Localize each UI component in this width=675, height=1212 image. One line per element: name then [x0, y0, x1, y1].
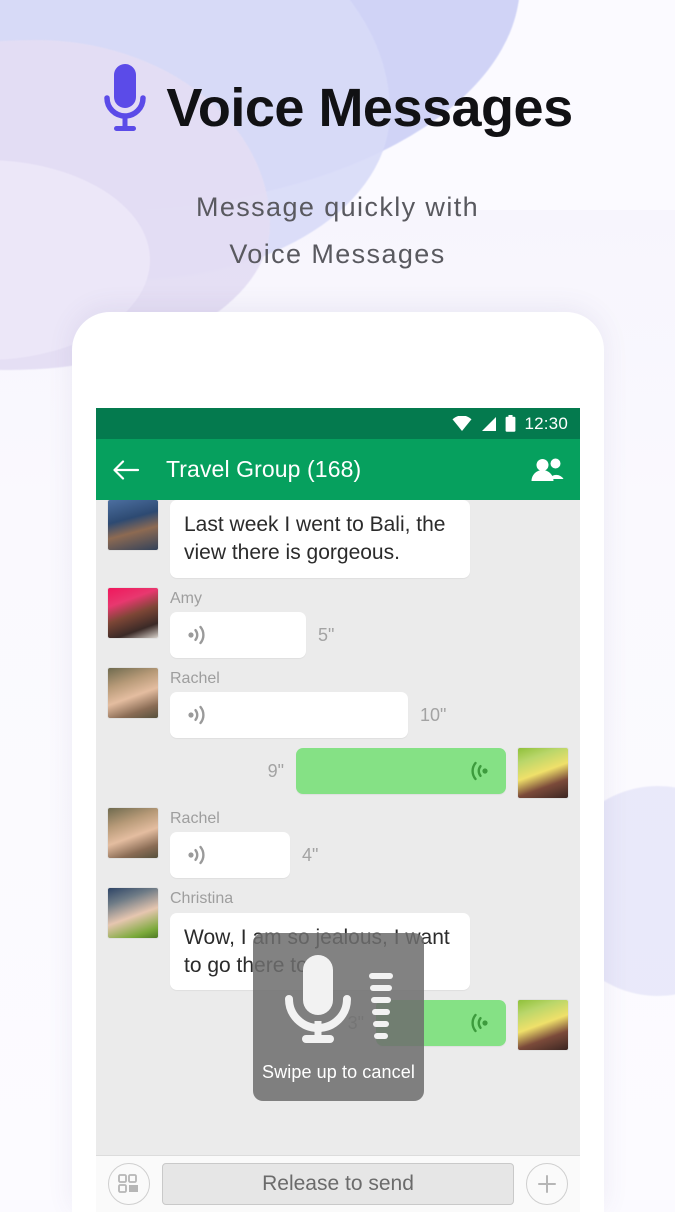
microphone-icon	[104, 64, 147, 131]
avatar-self[interactable]	[518, 1000, 568, 1051]
text-bubble[interactable]: Last week I went to Bali, the view there…	[170, 500, 470, 578]
group-members-icon	[531, 458, 564, 481]
avatar-christina[interactable]	[108, 888, 158, 939]
signal-icon	[482, 416, 497, 431]
message-row: Rachel 10"	[96, 668, 580, 739]
recording-overlay: Swipe up to cancel	[253, 933, 424, 1101]
message-row: Rachel 4"	[96, 808, 580, 879]
avatar-self[interactable]	[518, 748, 568, 799]
keyboard-toggle-button[interactable]	[108, 1163, 150, 1205]
message-row: 9"	[96, 748, 580, 799]
status-bar: 12:30	[96, 408, 580, 439]
phone-screen: 12:30 Travel Group (168) Last week I wen…	[96, 408, 580, 1212]
app-bar: Travel Group (168)	[96, 439, 580, 500]
recording-hint-text: Swipe up to cancel	[262, 1062, 415, 1082]
page-title: Voice Messages	[166, 78, 573, 138]
sound-wave-icon	[188, 706, 205, 725]
avatar-amy[interactable]	[108, 587, 158, 638]
arrow-left-icon	[113, 459, 140, 480]
message-input-bar: Release to send	[96, 1155, 580, 1212]
voice-duration: 5"	[318, 624, 335, 645]
hero-section: Voice Messages Message quickly with Voic…	[0, 0, 675, 279]
hero-subtitle-line-2: Voice Messages	[229, 239, 446, 270]
voice-duration: 10"	[420, 704, 447, 725]
wifi-icon	[452, 415, 472, 431]
hero-title-row: Voice Messages	[0, 62, 675, 154]
message-content: Rachel 10"	[170, 668, 447, 739]
message-sender: Rachel	[170, 670, 220, 688]
message-sender: Christina	[170, 890, 234, 908]
phone-mockup: 12:30 Travel Group (168) Last week I wen…	[72, 312, 604, 1212]
avatar-rachel[interactable]	[108, 808, 158, 859]
avatar-rachel[interactable]	[108, 668, 158, 719]
microphone-icon	[284, 955, 351, 1043]
battery-icon	[506, 415, 516, 432]
message-content: 9"	[268, 748, 506, 798]
keyboard-toggle-icon	[118, 1174, 138, 1193]
message-content: Amy 5"	[170, 588, 335, 659]
group-members-button[interactable]	[530, 457, 564, 483]
voice-bubble[interactable]	[296, 748, 506, 795]
voice-duration: 9"	[267, 760, 284, 781]
voice-message: 9"	[267, 748, 506, 795]
plus-icon	[538, 1175, 556, 1193]
add-attachment-button[interactable]	[526, 1163, 568, 1205]
message-sender: Amy	[170, 589, 202, 607]
recording-overlay-icons	[282, 949, 396, 1045]
message-thread[interactable]: Last week I went to Bali, the view there…	[96, 500, 580, 1155]
hero-subtitle: Message quickly with Voice Messages	[0, 184, 675, 279]
sound-wave-icon	[188, 625, 205, 645]
voice-duration: 4"	[302, 844, 319, 865]
message-content: Last week I went to Bali, the view there…	[170, 500, 470, 578]
back-button[interactable]	[112, 458, 140, 482]
avatar-man[interactable]	[108, 500, 158, 550]
voice-bubble[interactable]	[170, 692, 408, 739]
sound-wave-icon	[471, 1014, 488, 1033]
status-bar-time: 12:30	[524, 413, 568, 433]
hero-subtitle-line-1: Message quickly with	[195, 192, 480, 222]
message-sender: Rachel	[170, 810, 220, 828]
conversation-title: Travel Group (168)	[166, 456, 362, 482]
message-content: Rachel 4"	[170, 808, 319, 879]
voice-message: 5"	[170, 612, 335, 659]
release-to-send-button[interactable]: Release to send	[162, 1163, 514, 1205]
volume-level-bars-icon	[368, 973, 393, 1039]
voice-message: 4"	[170, 832, 319, 879]
voice-message: 10"	[170, 692, 447, 739]
message-row: Last week I went to Bali, the view there…	[96, 500, 580, 578]
sound-wave-icon	[471, 762, 488, 781]
message-row: Amy 5"	[96, 587, 580, 659]
voice-bubble[interactable]	[170, 612, 306, 659]
voice-bubble[interactable]	[170, 832, 290, 879]
sound-wave-icon	[188, 846, 205, 865]
